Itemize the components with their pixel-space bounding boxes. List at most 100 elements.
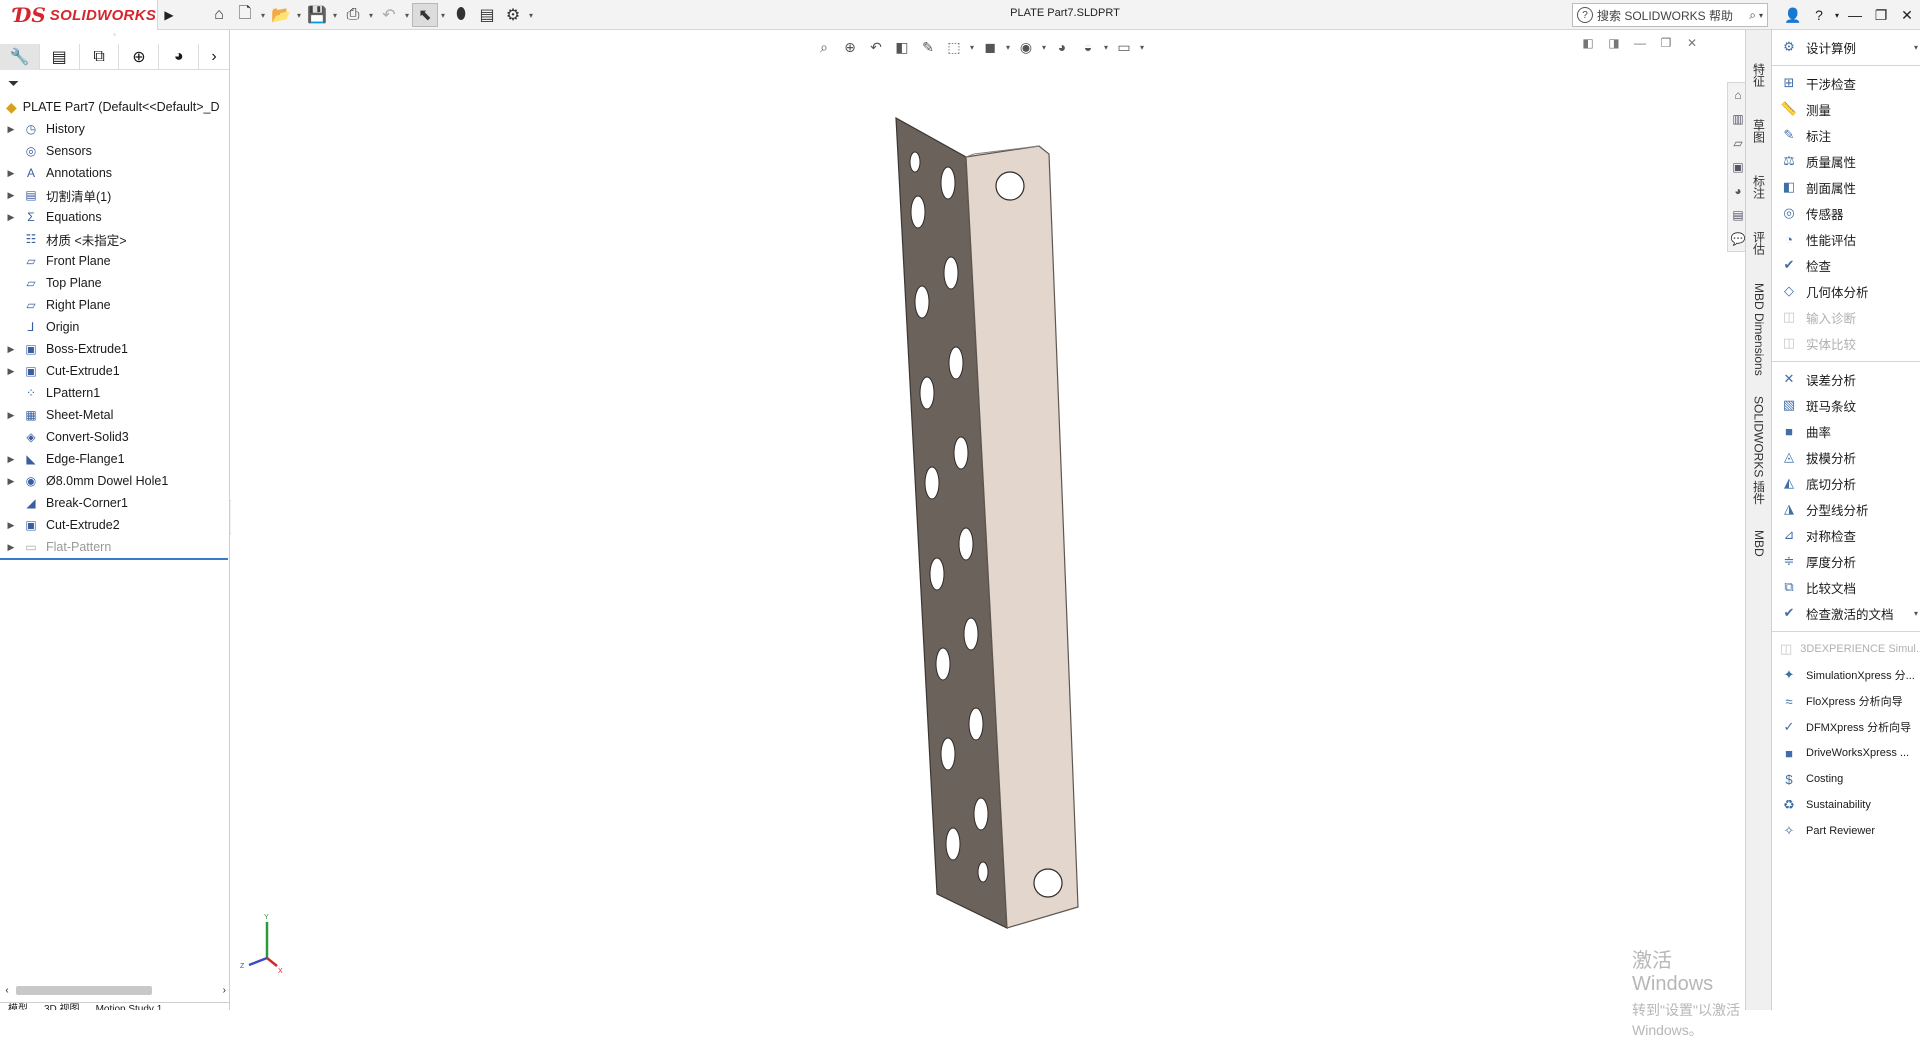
command-dropdown-icon[interactable]: ▾ (1914, 609, 1918, 618)
open-icon[interactable]: 📂 (268, 3, 294, 27)
tree-item[interactable]: ▶ A Annotations (0, 162, 229, 184)
expand-arrow-icon[interactable]: ▶ (0, 124, 22, 135)
tree-item[interactable]: ▶ ◷ History (0, 118, 229, 140)
search-icon[interactable]: ⌕ (1749, 8, 1756, 23)
command-item[interactable]: ▧ 斑马条纹 (1772, 392, 1920, 418)
command-item[interactable]: ◧ 剖面属性 (1772, 174, 1920, 200)
tree-item[interactable]: ▶ ▦ Sheet-Metal (0, 404, 229, 426)
tree-item[interactable]: ◈ Convert-Solid3 (0, 426, 229, 448)
command-item[interactable]: ✦ SimulationXpress 分... (1772, 662, 1920, 688)
feature-manager-tab-icon[interactable]: 🔧 (0, 43, 40, 70)
scroll-left-icon[interactable]: ‹ (0, 985, 14, 996)
command-item[interactable]: ◇ 几何体分析 (1772, 278, 1920, 304)
options-icon[interactable]: ⚙ (500, 3, 526, 27)
tree-root-part[interactable]: ◆ PLATE Part7 (Default<<Default>_D (0, 96, 229, 118)
tree-item[interactable]: ▶ ▣ Cut-Extrude2 (0, 514, 229, 536)
expand-arrow-icon[interactable]: ▶ (0, 542, 22, 553)
help-search-box[interactable]: ? 搜索 SOLIDWORKS 帮助 ⌕ ▾ (1572, 3, 1768, 27)
save-dropdown-icon[interactable]: ▾ (330, 11, 340, 20)
new-document-icon[interactable]: 🗋 (232, 3, 258, 27)
home-icon[interactable]: ⌂ (206, 3, 232, 27)
expand-arrow-icon[interactable]: ▶ (0, 520, 22, 531)
new-dropdown-icon[interactable]: ▾ (258, 11, 268, 20)
select-icon[interactable]: ⬉ (412, 3, 438, 27)
help-dropdown-icon[interactable]: ▾ (1832, 11, 1842, 20)
undo-dropdown-icon[interactable]: ▾ (402, 11, 412, 20)
expand-arrow-icon[interactable]: ▶ (0, 454, 22, 465)
search-dropdown-icon[interactable]: ▾ (1759, 11, 1763, 20)
tree-item[interactable]: ☷ 材质 <未指定> (0, 228, 229, 250)
command-item[interactable]: ≈ FloXpress 分析向导 (1772, 688, 1920, 714)
scroll-right-icon[interactable]: › (223, 985, 226, 996)
options-dropdown-icon[interactable]: ▾ (526, 11, 536, 20)
tab-3d-view[interactable]: 3D 视图 (36, 1003, 88, 1010)
reference-triad[interactable]: Y Z X (237, 910, 297, 980)
configuration-manager-tab-icon[interactable]: ⧉ (80, 43, 120, 70)
tree-item[interactable]: ▶ ▭ Flat-Pattern (0, 536, 229, 558)
command-item[interactable]: ✎ 标注 (1772, 122, 1920, 148)
tree-item[interactable]: ▶ ▤ 切割清单(1) (0, 184, 229, 206)
tree-item[interactable]: ⁘ LPattern1 (0, 382, 229, 404)
undo-icon[interactable]: ↶ (376, 3, 402, 27)
expand-arrow-icon[interactable]: ▶ (0, 212, 22, 223)
help-icon[interactable]: ? (1806, 7, 1832, 23)
command-item[interactable]: ⧉ 比较文档 (1772, 574, 1920, 600)
vtab-mbd-dimensions[interactable]: MBD Dimensions (1748, 274, 1770, 384)
tree-item[interactable]: ▱ Front Plane (0, 250, 229, 272)
command-item[interactable]: ✔ 检查 (1772, 252, 1920, 278)
menu-expand-arrow-icon[interactable]: ▶ (160, 0, 178, 30)
print-dropdown-icon[interactable]: ▾ (366, 11, 376, 20)
command-item[interactable]: ◫ 输入诊断 (1772, 304, 1920, 330)
select-dropdown-icon[interactable]: ▾ (438, 11, 448, 20)
dimxpert-tab-icon[interactable]: ⊕ (119, 43, 160, 70)
command-item[interactable]: ◭ 底切分析 (1772, 470, 1920, 496)
expand-arrow-icon[interactable]: ▶ (0, 344, 22, 355)
command-item[interactable]: ⚖ 质量属性 (1772, 148, 1920, 174)
command-dropdown-icon[interactable]: ▾ (1914, 43, 1918, 52)
sheet-metal-part-model[interactable] (231, 30, 1745, 1010)
tree-item[interactable]: ◢ Break-Corner1 (0, 492, 229, 514)
command-item[interactable]: ♻ Sustainability (1772, 792, 1920, 818)
tree-item[interactable]: ▶ ▣ Cut-Extrude1 (0, 360, 229, 382)
command-item[interactable]: ◔ 性能评估 (1772, 226, 1920, 252)
tree-item[interactable]: ▶ ▣ Boss-Extrude1 (0, 338, 229, 360)
print-icon[interactable]: ⎙ (340, 3, 366, 27)
command-item[interactable]: ◫ 实体比较 (1772, 330, 1920, 356)
filter-icon[interactable]: ⏷ (0, 70, 229, 96)
expand-arrow-icon[interactable]: ▶ (0, 168, 22, 179)
command-item[interactable]: ■ DriveWorksXpress ... (1772, 740, 1920, 766)
minimize-icon[interactable]: — (1842, 7, 1868, 23)
restore-icon[interactable]: ❐ (1868, 7, 1894, 24)
tree-item[interactable]: ▱ Top Plane (0, 272, 229, 294)
expand-arrow-icon[interactable]: ▶ (0, 366, 22, 377)
expand-arrow-icon[interactable]: ▶ (0, 410, 22, 421)
vtab-markup[interactable]: 标注 (1748, 162, 1770, 212)
command-item[interactable]: ■ 曲率 (1772, 418, 1920, 444)
tree-item[interactable]: ▱ Right Plane (0, 294, 229, 316)
more-tabs-icon[interactable]: › (199, 44, 229, 70)
panel-grip-icon[interactable]: ◦ (0, 30, 229, 44)
command-item[interactable]: ✓ DFMXpress 分析向导 (1772, 714, 1920, 740)
command-item[interactable]: ◮ 分型线分析 (1772, 496, 1920, 522)
rollback-bar[interactable] (0, 558, 228, 560)
vtab-evaluate[interactable]: 评估 (1748, 218, 1770, 268)
tab-model[interactable]: 模型 (0, 1003, 36, 1010)
command-item[interactable]: ✕ 误差分析 (1772, 366, 1920, 392)
tree-item[interactable]: ▶ ◉ Ø8.0mm Dowel Hole1 (0, 470, 229, 492)
tree-item[interactable]: ▶ ◣ Edge-Flange1 (0, 448, 229, 470)
tree-item[interactable]: ⅃ Origin (0, 316, 229, 338)
tree-item[interactable]: ▶ Σ Equations (0, 206, 229, 228)
command-item[interactable]: ⚙ 设计算例 ▾ (1772, 34, 1920, 60)
save-icon[interactable]: 💾 (304, 3, 330, 27)
open-dropdown-icon[interactable]: ▾ (294, 11, 304, 20)
vtab-mbd[interactable]: MBD (1748, 518, 1770, 568)
tab-motion-study[interactable]: Motion Study 1 (88, 1003, 171, 1010)
command-item[interactable]: ◫ 3DEXPERIENCE Simul... (1772, 636, 1920, 662)
command-item[interactable]: ⊿ 对称检查 (1772, 522, 1920, 548)
property-manager-tab-icon[interactable]: ▤ (40, 43, 80, 70)
solidworks-logo[interactable]: ƊS SOLIDWORKS (0, 0, 158, 30)
graphics-area[interactable]: ⌕ ⊕ ↶ ◧ ✎ ⬚ ▾ ◼ ▾ ◉ ▾ ◕ ◒ ▾ ▭ ▾ ◧ ◨ — ❐ ✕ ⌂ ▥… (231, 30, 1749, 1038)
close-icon[interactable]: ✕ (1894, 7, 1920, 24)
command-item[interactable]: $ Costing (1772, 766, 1920, 792)
command-item[interactable]: ✧ Part Reviewer (1772, 818, 1920, 844)
